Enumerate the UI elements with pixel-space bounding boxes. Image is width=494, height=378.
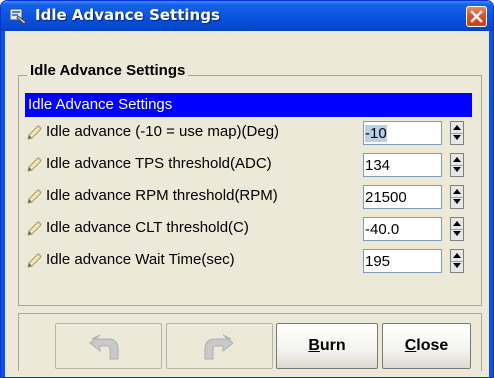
setting-spinner[interactable]	[450, 185, 464, 209]
pencil-icon	[27, 221, 42, 236]
arrow-up-icon	[453, 221, 461, 226]
close-button[interactable]: Close	[382, 323, 471, 369]
title-bar[interactable]: Idle Advance Settings	[1, 1, 493, 31]
burn-button[interactable]: Burn	[276, 323, 378, 369]
setting-spinner[interactable]	[450, 121, 464, 145]
pencil-icon	[27, 157, 42, 172]
pencil-icon	[27, 125, 42, 140]
spinner-down-button[interactable]	[451, 261, 463, 272]
window-close-button[interactable]	[466, 6, 487, 27]
setting-label: Idle advance RPM threshold(RPM)	[46, 187, 278, 204]
section-header: Idle Advance Settings	[25, 93, 472, 117]
setting-value: -40.0	[365, 221, 400, 238]
spinner-down-button[interactable]	[451, 229, 463, 240]
redo-button[interactable]	[166, 323, 273, 369]
arrow-down-icon	[453, 263, 461, 268]
setting-label: Idle advance CLT threshold(C)	[46, 219, 249, 236]
setting-value-field[interactable]: 134	[363, 153, 442, 177]
close-mnemonic: C	[404, 337, 417, 354]
spinner-down-button[interactable]	[451, 165, 463, 176]
setting-value-field[interactable]: 195	[363, 249, 442, 273]
setting-row: Idle advance Wait Time(sec) 195	[25, 245, 472, 277]
pencil-icon	[27, 253, 42, 268]
setting-row: Idle advance CLT threshold(C) -40.0	[25, 213, 472, 245]
burn-mnemonic: B	[308, 337, 320, 354]
arrow-down-icon	[453, 167, 461, 172]
arrow-down-icon	[453, 231, 461, 236]
setting-value: 21500	[365, 189, 407, 206]
pencil-icon	[27, 189, 42, 204]
window-border-left	[1, 31, 5, 377]
setting-row: Idle advance TPS threshold(ADC) 134	[25, 149, 472, 181]
close-icon	[470, 10, 483, 23]
setting-value-field[interactable]: 21500	[363, 185, 442, 209]
setting-row: Idle advance RPM threshold(RPM) 21500	[25, 181, 472, 213]
setting-value: 195	[365, 253, 391, 270]
spinner-down-button[interactable]	[451, 197, 463, 208]
burn-label: urn	[319, 337, 346, 354]
redo-icon	[204, 334, 234, 360]
setting-label: Idle advance (-10 = use map)(Deg)	[46, 123, 280, 140]
section-header-label: Idle Advance Settings	[28, 96, 173, 113]
arrow-up-icon	[453, 189, 461, 194]
close-label: lose	[416, 337, 449, 354]
setting-label: Idle advance TPS threshold(ADC)	[46, 155, 272, 172]
setting-spinner[interactable]	[450, 249, 464, 273]
arrow-up-icon	[453, 125, 461, 130]
setting-value-field[interactable]: -40.0	[363, 217, 442, 241]
dialog-window: Idle Advance Settings Idle Advance Setti…	[0, 0, 494, 378]
arrow-down-icon	[453, 199, 461, 204]
setting-value-field[interactable]: -10	[363, 121, 442, 145]
spinner-down-button[interactable]	[451, 133, 463, 144]
undo-icon	[89, 334, 119, 360]
setting-label: Idle advance Wait Time(sec)	[46, 251, 235, 268]
group-title: Idle Advance Settings	[27, 62, 189, 79]
arrow-down-icon	[453, 135, 461, 140]
settings-app-icon	[9, 8, 27, 25]
window-title: Idle Advance Settings	[35, 6, 220, 24]
setting-row: Idle advance (-10 = use map)(Deg) -10	[25, 117, 472, 149]
arrow-up-icon	[453, 157, 461, 162]
setting-spinner[interactable]	[450, 217, 464, 241]
setting-value: -10	[365, 125, 387, 142]
setting-spinner[interactable]	[450, 153, 464, 177]
undo-button[interactable]	[55, 323, 162, 369]
arrow-up-icon	[453, 253, 461, 258]
window-border-right	[489, 31, 493, 377]
setting-value: 134	[365, 157, 391, 174]
